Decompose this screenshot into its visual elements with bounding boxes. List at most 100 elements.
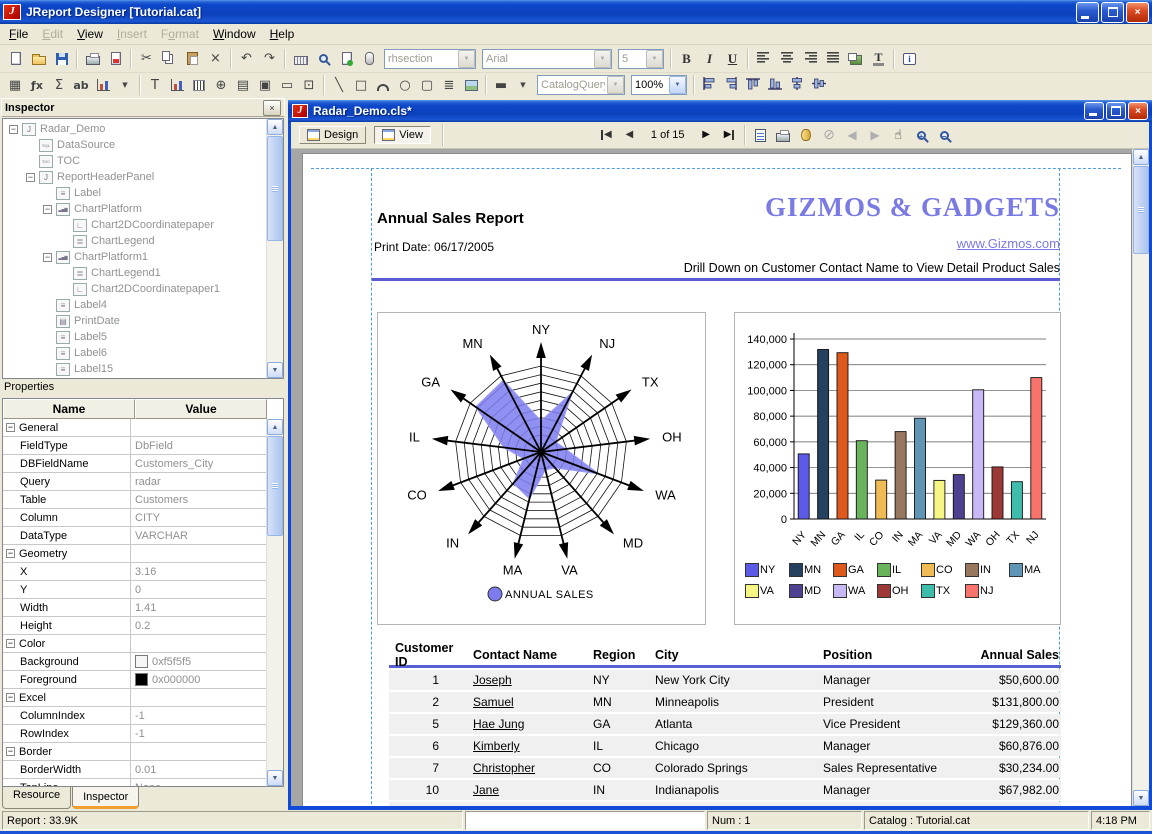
contact-name-cell[interactable]: Kimberly [467,739,587,753]
scroll-down-icon[interactable]: ▼ [267,362,283,378]
chevron-down-icon[interactable]: ▼ [669,76,686,94]
tree-item-label[interactable]: ≡Label [3,185,267,201]
property-value[interactable]: 0.01 [131,761,267,778]
property-value[interactable]: Customers_City [131,455,267,472]
undo-button[interactable]: ↶ [235,48,258,70]
scroll-up-icon[interactable]: ▲ [1133,149,1149,165]
zoom-in-button[interactable]: + [910,124,933,146]
export-pdf-button[interactable] [104,48,127,70]
insert-web-control-button[interactable]: ⊕ [210,75,232,95]
contact-name-link[interactable]: Richard [473,805,514,806]
align-top-edges-button[interactable] [742,75,764,95]
draw-oval-button[interactable]: ○ [394,75,416,95]
collapse-icon[interactable]: − [43,205,52,214]
align-center-button[interactable] [775,48,798,70]
collapse-icon[interactable]: − [6,639,15,648]
contact-name-link[interactable]: Samuel [473,695,514,709]
insert-image-button[interactable] [460,75,482,95]
first-page-button[interactable]: ◀ [595,124,618,146]
prev-page-button[interactable]: ◀ [618,124,641,146]
align-right-edges-button[interactable] [720,75,742,95]
center-vertically-button[interactable] [808,75,830,95]
zoom-out-button[interactable]: − [933,124,956,146]
tree-item-chartplatform[interactable]: −▃▅▇ChartPlatform [3,201,267,217]
tip-of-day-button[interactable]: i [898,48,921,70]
menu-insert[interactable]: Insert [110,25,154,43]
tree-item-datasource[interactable]: SQLDataSource [3,137,267,153]
scroll-up-icon[interactable]: ▲ [267,119,283,135]
draw-roundrect-button[interactable]: ▢ [416,75,438,95]
align-justify-button[interactable] [821,48,844,70]
contact-name-link[interactable]: Kimberly [473,739,520,753]
doc-close-button[interactable]: × [1128,102,1148,120]
tree-item-chartlegend1[interactable]: ≣ChartLegend1 [3,265,267,281]
insert-text-button[interactable]: T [144,75,166,95]
zoom-combo[interactable]: 100%▼ [631,75,687,95]
tree-item-label4[interactable]: ≡Label4 [3,297,267,313]
design-tab[interactable]: Design [299,126,366,144]
property-value[interactable] [131,635,267,652]
collapse-icon[interactable]: − [43,253,52,262]
section-combo[interactable]: rhsection▼ [384,49,476,69]
chart-wizard-button[interactable] [92,75,114,95]
view-tab[interactable]: View [374,126,431,144]
tree-scrollbar[interactable]: ▲ ▼ [266,119,283,378]
tree-item-chart2dcoordinatepaper[interactable]: ∟Chart2DCoordinatepaper [3,217,267,233]
doc-minimize-button[interactable] [1084,102,1104,120]
chevron-down-icon[interactable]: ▼ [607,76,624,94]
cut-button[interactable]: ✂ [135,48,158,70]
property-value[interactable]: VARCHAR [131,527,267,544]
collapse-icon[interactable]: − [6,693,15,702]
properties-scrollbar[interactable]: ▲ ▼ [266,419,283,786]
last-page-button[interactable]: ▶ [718,124,741,146]
company-website-link[interactable]: www.Gizmos.com [957,236,1060,251]
center-horizontally-button[interactable] [786,75,808,95]
property-value[interactable]: Customers [131,491,267,508]
collapse-icon[interactable]: − [6,549,15,558]
draw-arc-button[interactable] [372,75,394,95]
fill-color-button[interactable] [844,48,867,70]
toc-browser-button[interactable] [749,124,772,146]
property-value[interactable]: 0xf5f5f5 [131,653,267,670]
font-combo[interactable]: Arial▼ [482,49,612,69]
property-value[interactable] [131,689,267,706]
restore-button[interactable] [1101,2,1124,23]
pan-button[interactable]: ☝ [887,124,910,146]
inspector-close-icon[interactable]: × [263,100,281,116]
open-button[interactable] [27,48,50,70]
property-value[interactable]: 0x000000 [131,671,267,688]
view-sql-button[interactable] [312,48,335,70]
property-value[interactable]: -1 [131,707,267,724]
menu-help[interactable]: Help [263,25,302,43]
contact-name-link[interactable]: Hae Jung [473,717,524,731]
delete-button[interactable]: × [204,48,227,70]
pointer-mode-button[interactable] [358,48,381,70]
insert-subreport-button[interactable]: ▣ [254,75,276,95]
underline-button[interactable]: U [721,48,744,70]
property-value[interactable]: CITY [131,509,267,526]
align-left-button[interactable] [752,48,775,70]
property-value[interactable]: DbField [131,437,267,454]
property-value[interactable]: None [131,779,267,786]
scroll-up-icon[interactable]: ▲ [267,419,283,435]
draw-rectangle-button[interactable]: □ [350,75,372,95]
contact-name-cell[interactable]: Richard [467,805,587,806]
doc-restore-button[interactable] [1106,102,1126,120]
property-value[interactable] [131,545,267,562]
tree-item-label5[interactable]: ≡Label5 [3,329,267,345]
property-value[interactable] [131,743,267,760]
scroll-down-icon[interactable]: ▼ [1133,790,1149,806]
contact-name-link[interactable]: Jane [473,783,499,797]
minimize-button[interactable] [1076,2,1099,23]
bold-button[interactable]: B [675,48,698,70]
align-right-button[interactable] [798,48,821,70]
menu-window[interactable]: Window [206,25,263,43]
property-value[interactable]: -1 [131,725,267,742]
contact-name-cell[interactable]: Hae Jung [467,717,587,731]
chevron-down-icon[interactable]: ▼ [646,50,663,68]
query-combo[interactable]: CatalogQuery▼ [537,75,625,95]
collapse-icon[interactable]: − [6,423,15,432]
collapse-icon[interactable]: − [9,125,18,134]
document-scrollbar[interactable]: ▲ ▼ [1132,149,1149,806]
tree-item-label15[interactable]: ≡Label15 [3,361,267,377]
